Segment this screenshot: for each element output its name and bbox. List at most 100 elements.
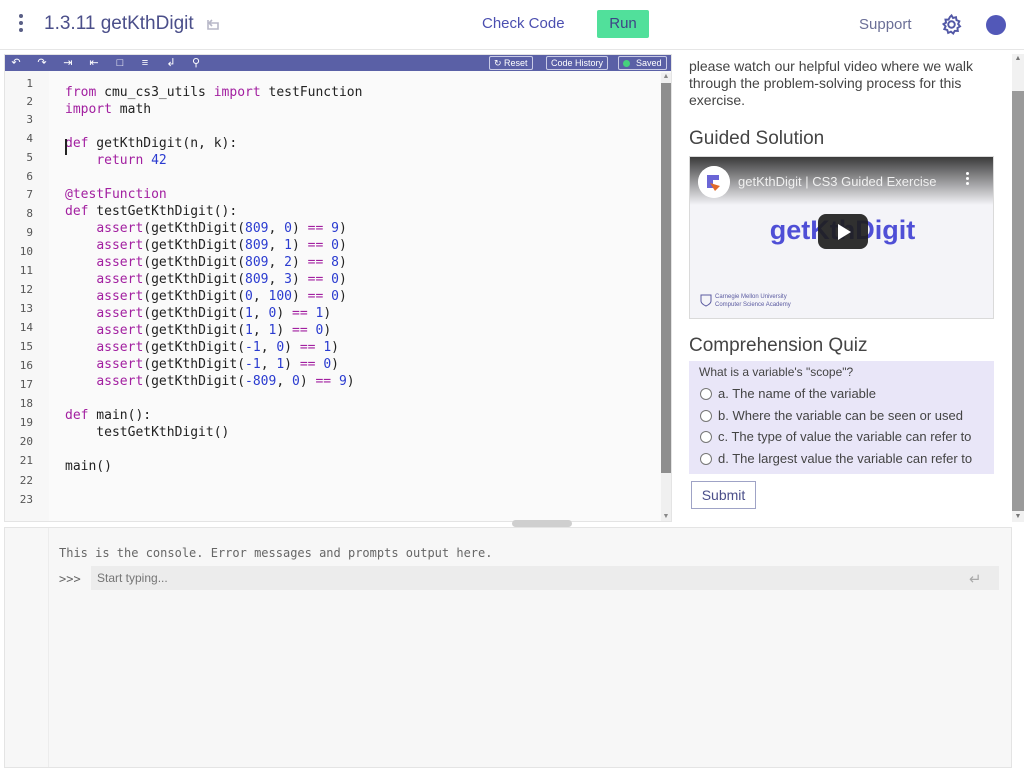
menu-icon[interactable] xyxy=(14,14,28,36)
refresh-icon: ↻ xyxy=(494,58,505,68)
format-icon[interactable]: ≡ xyxy=(139,57,151,69)
redo-icon[interactable]: ↷ xyxy=(36,57,48,69)
console-message: This is the console. Error messages and … xyxy=(59,546,493,560)
line-number: 15 xyxy=(19,340,33,353)
line-number: 5 xyxy=(26,151,33,164)
line-number: 16 xyxy=(19,359,33,372)
line-number: 17 xyxy=(19,378,33,391)
line-number: 1 xyxy=(26,77,33,90)
quiz-question: What is a variable's "scope"? xyxy=(699,365,854,379)
submit-button[interactable]: Submit xyxy=(691,481,756,509)
avatar[interactable] xyxy=(986,15,1006,35)
cmu-seal-icon xyxy=(700,294,712,307)
video-player[interactable]: getKthDigit getKthDigit | CS3 Guided Exe… xyxy=(689,156,994,319)
line-number: 4 xyxy=(26,132,33,145)
quiz-option-d[interactable]: d. The largest value the variable can re… xyxy=(700,451,972,467)
scroll-up-icon[interactable]: ▲ xyxy=(661,73,671,81)
code-line: def testGetKthDigit(): xyxy=(65,204,238,219)
saved-status: Saved xyxy=(618,56,667,70)
page-title: 1.3.11 getKthDigit xyxy=(44,13,194,34)
line-number: 12 xyxy=(19,283,33,296)
code-line: main() xyxy=(65,459,112,474)
option-label: b. Where the variable can be seen or use… xyxy=(718,408,963,423)
quiz-box: What is a variable's "scope"? a. The nam… xyxy=(689,361,994,474)
console-prompt: >>> xyxy=(59,572,81,586)
channel-logo-icon[interactable] xyxy=(698,166,730,198)
wrap-icon[interactable]: ↲ xyxy=(165,57,177,69)
code-line: def main(): xyxy=(65,408,152,423)
video-title: getKthDigit | CS3 Guided Exercise xyxy=(738,174,937,189)
enter-icon[interactable]: ↵ xyxy=(969,570,982,588)
scroll-up-icon[interactable]: ▲ xyxy=(1012,54,1024,63)
line-number: 2 xyxy=(26,95,33,108)
option-label: d. The largest value the variable can re… xyxy=(718,451,973,466)
line-number: 3 xyxy=(26,113,33,126)
intro-text: please watch our helpful video where we … xyxy=(689,58,974,108)
code-line: assert(getKthDigit(809, 1) == 0) xyxy=(96,238,347,253)
line-number-gutter: 1 2 3 4 5 6 7 8 9 10 11 12 13 14 15 16 17 18 19 20 21 22 23 xyxy=(5,71,49,521)
code-history-button[interactable]: Code History xyxy=(546,56,609,70)
quiz-heading: Comprehension Quiz xyxy=(689,335,868,356)
line-number: 11 xyxy=(19,264,33,277)
radio-icon[interactable] xyxy=(700,431,712,443)
code-area[interactable]: from cmu_cs3_utils import testFunction im… xyxy=(49,71,661,521)
video-more-icon[interactable] xyxy=(966,172,970,187)
search-icon[interactable]: ⚲ xyxy=(190,57,202,69)
run-button[interactable]: Run xyxy=(597,10,649,38)
indent-icon[interactable]: ⇥ xyxy=(62,57,74,69)
code-line: def getKthDigit(n, k): xyxy=(65,136,238,151)
resize-handle[interactable] xyxy=(512,520,572,527)
line-number: 7 xyxy=(26,188,33,201)
code-line: import math xyxy=(65,102,152,117)
line-number: 19 xyxy=(19,416,33,429)
line-number: 21 xyxy=(19,454,33,467)
line-number: 14 xyxy=(19,321,33,334)
editor-scrollbar[interactable]: ▲ ▼ xyxy=(661,73,671,521)
quiz-option-b[interactable]: b. Where the variable can be seen or use… xyxy=(700,408,963,424)
outdent-icon[interactable]: ⇤ xyxy=(88,57,100,69)
line-number: 8 xyxy=(26,207,33,220)
code-editor[interactable]: ↶ ↷ ⇥ ⇤ □ ≡ ↲ ⚲ ↻ Reset Code History Sav… xyxy=(4,54,672,522)
code-line: assert(getKthDigit(1, 0) == 1) xyxy=(96,306,332,321)
radio-icon[interactable] xyxy=(700,410,712,422)
top-bar: 1.3.11 getKthDigit Check Code Run Suppor… xyxy=(0,0,1024,50)
reset-label: Reset xyxy=(504,58,528,68)
line-number: 13 xyxy=(19,302,33,315)
line-number: 18 xyxy=(19,397,33,410)
reset-button[interactable]: ↻ Reset xyxy=(489,56,533,70)
console-gutter xyxy=(5,528,49,767)
panel-scrollbar[interactable]: ▲ ▼ xyxy=(1012,54,1024,522)
comment-icon[interactable]: □ xyxy=(114,57,126,69)
console-panel: This is the console. Error messages and … xyxy=(4,527,1012,768)
undo-arrow-icon[interactable] xyxy=(204,16,222,34)
check-code-button[interactable]: Check Code xyxy=(482,15,565,32)
quiz-option-c[interactable]: c. The type of value the variable can re… xyxy=(700,429,971,445)
code-line: from cmu_cs3_utils import testFunction xyxy=(65,85,363,100)
code-line: assert(getKthDigit(1, 1) == 0) xyxy=(96,323,332,338)
option-label: a. The name of the variable xyxy=(718,386,877,401)
line-number: 20 xyxy=(19,435,33,448)
option-label: c. The type of value the variable can re… xyxy=(718,429,972,444)
code-line: assert(getKthDigit(-1, 0) == 1) xyxy=(96,340,339,355)
code-line: assert(getKthDigit(-809, 0) == 9) xyxy=(96,374,355,389)
scroll-down-icon[interactable]: ▼ xyxy=(661,513,671,521)
radio-icon[interactable] xyxy=(700,388,712,400)
radio-icon[interactable] xyxy=(700,453,712,465)
quiz-option-a[interactable]: a. The name of the variable xyxy=(700,386,876,402)
cmu-logo: Carnegie Mellon University Computer Scie… xyxy=(700,293,791,309)
editor-toolbar: ↶ ↷ ⇥ ⇤ □ ≡ ↲ ⚲ ↻ Reset Code History Sav… xyxy=(5,55,671,71)
code-line: assert(getKthDigit(0, 100) == 0) xyxy=(96,289,347,304)
code-line: return 42 xyxy=(96,153,167,168)
scroll-down-icon[interactable]: ▼ xyxy=(1012,512,1024,521)
code-line: assert(getKthDigit(809, 2) == 8) xyxy=(96,255,347,270)
panel-scrollbar-thumb[interactable] xyxy=(1012,91,1024,511)
editor-scrollbar-thumb[interactable] xyxy=(661,83,671,473)
undo-icon[interactable]: ↶ xyxy=(10,57,22,69)
code-line: assert(getKthDigit(809, 0) == 9) xyxy=(96,221,347,236)
console-input[interactable] xyxy=(91,566,999,590)
code-line: @testFunction xyxy=(65,187,167,202)
play-icon[interactable] xyxy=(818,214,868,249)
gear-icon[interactable] xyxy=(940,13,963,36)
support-link[interactable]: Support xyxy=(859,16,912,33)
line-number: 22 xyxy=(19,474,33,487)
